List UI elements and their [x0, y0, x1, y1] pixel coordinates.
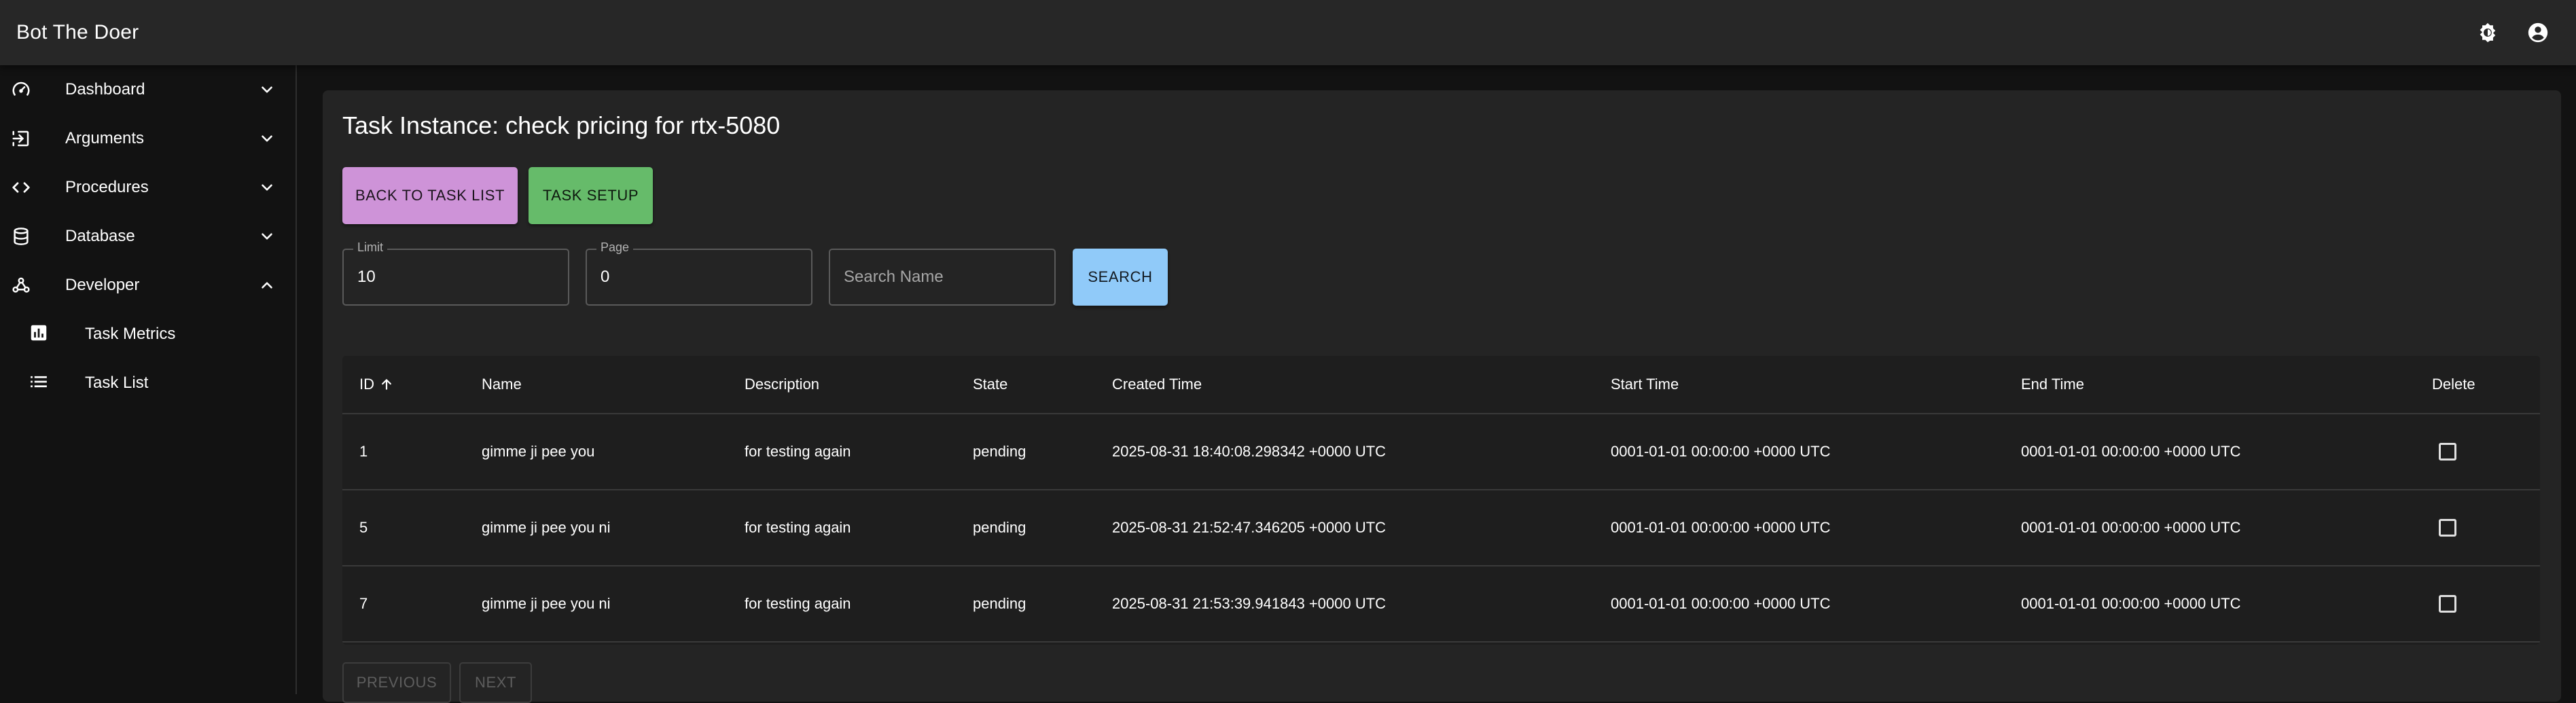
cell-end-time: 0001-01-01 00:00:00 +0000 UTC	[2021, 519, 2241, 536]
sidebar-item-database[interactable]: Database	[0, 212, 296, 261]
sidebar-item-label: Dashboard	[65, 80, 145, 98]
table-header-row: ID Name Description State Created Time S…	[342, 356, 2540, 414]
chevron-up-icon	[257, 276, 276, 295]
page-label: Page	[596, 240, 634, 255]
sidebar-subitem-label: Task List	[85, 374, 149, 392]
cell-end-time: 0001-01-01 00:00:00 +0000 UTC	[2021, 595, 2241, 612]
sidebar: Dashboard Arguments Procedures Database …	[0, 65, 297, 694]
sidebar-item-label: Database	[65, 227, 135, 245]
column-header-created-time: Created Time	[1112, 376, 1202, 393]
cell-description: for testing again	[745, 443, 851, 460]
cell-name: gimme ji pee you ni	[482, 595, 611, 612]
task-instance-panel: Task Instance: check pricing for rtx-508…	[323, 90, 2561, 703]
task-setup-button[interactable]: TASK SETUP	[529, 167, 653, 224]
chevron-down-icon	[257, 178, 276, 197]
column-header-delete: Delete	[2432, 376, 2475, 393]
limit-input[interactable]	[344, 250, 568, 304]
cell-description: for testing again	[745, 595, 851, 612]
cell-description: for testing again	[745, 519, 851, 536]
delete-checkbox[interactable]	[2439, 443, 2456, 461]
app-title: Bot The Doer	[16, 21, 139, 43]
sidebar-item-dashboard[interactable]: Dashboard	[0, 65, 296, 114]
cell-id: 1	[359, 443, 368, 460]
cell-state: pending	[973, 519, 1026, 536]
column-header-name: Name	[482, 376, 522, 393]
limit-field: Limit	[342, 240, 569, 306]
cell-start-time: 0001-01-01 00:00:00 +0000 UTC	[1611, 595, 1831, 612]
cell-created-time: 2025-08-31 21:53:39.941843 +0000 UTC	[1112, 595, 1387, 612]
sidebar-subitem-task-metrics[interactable]: Task Metrics	[0, 310, 296, 359]
bar-chart-icon	[29, 323, 49, 346]
sidebar-item-developer[interactable]: Developer	[0, 261, 296, 310]
cell-id: 5	[359, 519, 368, 536]
search-name-input[interactable]	[830, 250, 1054, 304]
table-row: 5 gimme ji pee you ni for testing again …	[342, 490, 2540, 566]
sidebar-item-label: Developer	[65, 276, 140, 294]
cell-delete	[2439, 414, 2456, 489]
search-name-field	[829, 249, 1056, 306]
cell-end-time: 0001-01-01 00:00:00 +0000 UTC	[2021, 443, 2241, 460]
back-to-task-list-button[interactable]: BACK TO TASK LIST	[342, 167, 518, 224]
brightness-toggle-button[interactable]	[2474, 19, 2501, 46]
list-icon	[29, 372, 49, 395]
previous-page-button[interactable]: PREVIOUS	[342, 662, 451, 703]
code-icon	[10, 176, 33, 199]
app-bar-actions	[2474, 0, 2552, 65]
cell-state: pending	[973, 595, 1026, 612]
delete-checkbox[interactable]	[2439, 595, 2456, 613]
cell-start-time: 0001-01-01 00:00:00 +0000 UTC	[1611, 519, 1831, 536]
sidebar-item-procedures[interactable]: Procedures	[0, 163, 296, 212]
database-icon	[10, 225, 33, 248]
page-title: Task Instance: check pricing for rtx-508…	[342, 111, 781, 139]
column-header-start-time: Start Time	[1611, 376, 1679, 393]
cell-created-time: 2025-08-31 21:52:47.346205 +0000 UTC	[1112, 519, 1387, 536]
app-bar: Bot The Doer	[0, 0, 2576, 65]
account-button[interactable]	[2524, 19, 2552, 46]
input-icon	[10, 127, 33, 150]
task-instance-table: ID Name Description State Created Time S…	[342, 356, 2540, 645]
cell-delete	[2439, 490, 2456, 565]
cell-id: 7	[359, 595, 368, 612]
delete-checkbox[interactable]	[2439, 519, 2456, 537]
column-header-id[interactable]: ID	[359, 356, 393, 413]
page-input[interactable]	[587, 250, 811, 304]
cell-created-time: 2025-08-31 18:40:08.298342 +0000 UTC	[1112, 443, 1387, 460]
cell-delete	[2439, 566, 2456, 641]
sidebar-item-label: Procedures	[65, 178, 149, 196]
table-row: 7 gimme ji pee you ni for testing again …	[342, 566, 2540, 643]
cell-state: pending	[973, 443, 1026, 460]
limit-label: Limit	[353, 240, 388, 255]
column-header-description: Description	[745, 376, 820, 393]
settings-brightness-icon	[2480, 22, 2496, 43]
column-header-state: State	[973, 376, 1008, 393]
cell-name: gimme ji pee you	[482, 443, 595, 460]
webhook-icon	[10, 274, 33, 297]
sidebar-subitem-task-list[interactable]: Task List	[0, 359, 296, 408]
cell-start-time: 0001-01-01 00:00:00 +0000 UTC	[1611, 443, 1831, 460]
column-header-label: ID	[359, 376, 374, 393]
next-page-button[interactable]: NEXT	[459, 662, 532, 703]
sidebar-item-arguments[interactable]: Arguments	[0, 114, 296, 163]
sidebar-subitem-label: Task Metrics	[85, 325, 176, 343]
arrow-up-icon	[380, 378, 393, 391]
speedometer-icon	[10, 78, 33, 101]
table-row: 1 gimme ji pee you for testing again pen…	[342, 414, 2540, 490]
account-circle-icon	[2528, 22, 2548, 43]
cell-name: gimme ji pee you ni	[482, 519, 611, 536]
chevron-down-icon	[257, 80, 276, 99]
sidebar-item-label: Arguments	[65, 129, 145, 147]
chevron-down-icon	[257, 227, 276, 246]
search-button[interactable]: SEARCH	[1073, 249, 1168, 306]
chevron-down-icon	[257, 129, 276, 148]
page-field: Page	[586, 240, 812, 306]
column-header-end-time: End Time	[2021, 376, 2084, 393]
